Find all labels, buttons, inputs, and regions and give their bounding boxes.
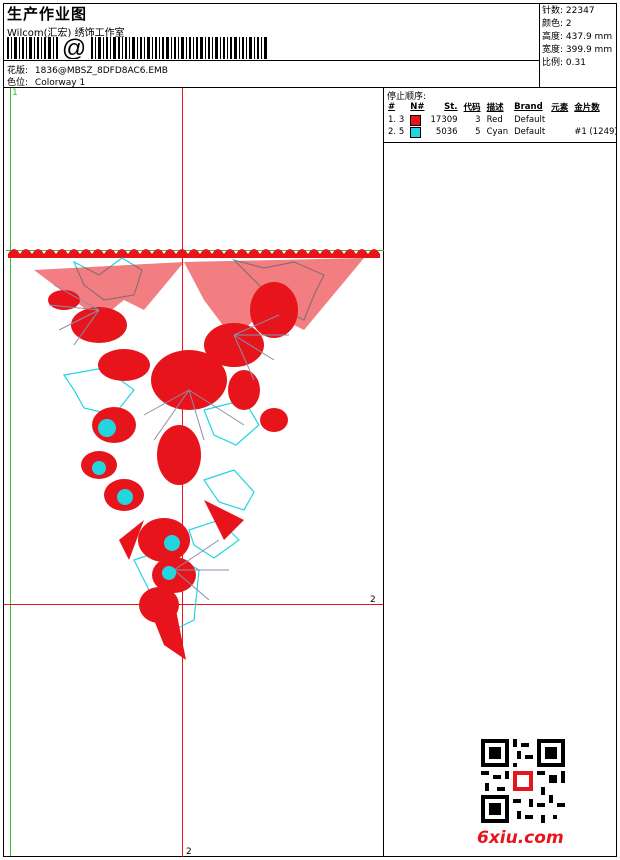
col-code: 代码 xyxy=(463,103,481,113)
stats-divider xyxy=(539,3,540,88)
col-element: 元素 xyxy=(551,103,569,113)
color-swatch-cyan xyxy=(410,126,422,138)
colorway-value: Colorway 1 xyxy=(34,78,86,88)
scale-label: 比例: xyxy=(542,58,564,68)
col-index: # xyxy=(388,102,396,112)
row-needle: 3 xyxy=(398,115,405,125)
embroidery-design xyxy=(8,249,380,660)
row-code: 3 xyxy=(475,115,481,125)
row-index: 2. xyxy=(388,127,397,137)
color-swatch-red xyxy=(410,114,422,126)
row-element xyxy=(548,126,571,138)
row-sequins xyxy=(571,114,620,126)
stitches-label: 针数: xyxy=(542,6,564,16)
marker-start: 1 xyxy=(12,88,18,98)
marker-bottom: 2 xyxy=(186,847,192,857)
table-row: 1. 3 17309 3 Red Default xyxy=(385,114,620,126)
width-value: 399.9 mm xyxy=(565,45,613,55)
qr-code-image xyxy=(481,739,565,823)
col-description: 描述 xyxy=(486,103,504,113)
stitches-value: 22347 xyxy=(565,6,595,16)
scale-value: 0.31 xyxy=(565,58,586,68)
page-title: 生产作业图 xyxy=(7,5,88,23)
sequence-bottom-border xyxy=(383,142,617,143)
header-bottom-border xyxy=(3,87,617,88)
row-stitches: 5036 xyxy=(435,127,458,137)
row-description: Cyan xyxy=(486,127,509,137)
colorway-label: 色位: xyxy=(7,78,29,88)
stop-sequence-table: # N# St. 代码 描述 Brand 元素 金片数 1. 3 17309 3… xyxy=(385,100,620,138)
panel-divider xyxy=(383,87,384,857)
scalloped-border xyxy=(8,249,380,258)
stats-panel: 针数: 22347 颜色: 2 高度: 437.9 mm 宽度: 399.9 m… xyxy=(542,5,612,70)
barcode-symbol: @ xyxy=(62,37,86,59)
row-sequins: #1 (1249) xyxy=(574,127,618,137)
table-row: 2. 5 5036 5 Cyan Default #1 (1249) xyxy=(385,126,620,138)
col-stitches: St. xyxy=(444,102,458,112)
row-index: 1. xyxy=(388,115,397,125)
colors-label: 颜色: xyxy=(542,19,564,29)
row-description: Red xyxy=(486,115,503,125)
width-label: 宽度: xyxy=(542,45,564,55)
col-needle: N# xyxy=(410,102,425,112)
barcode-image: @ xyxy=(7,37,267,59)
table-header-row: # N# St. 代码 描述 Brand 元素 金片数 xyxy=(385,100,620,114)
col-brand: Brand xyxy=(514,102,543,112)
watermark-logo: 6xiu.com xyxy=(477,828,564,848)
header-divider xyxy=(3,60,540,61)
row-needle: 5 xyxy=(398,127,405,137)
height-label: 高度: xyxy=(542,32,564,42)
row-brand: Default xyxy=(514,115,546,125)
row-element xyxy=(548,114,571,126)
row-code: 5 xyxy=(475,127,481,137)
row-stitches: 17309 xyxy=(430,115,458,125)
colorway-row: 色位: Colorway 1 xyxy=(7,75,85,88)
col-sequins: 金片数 xyxy=(574,103,600,113)
row-brand: Default xyxy=(514,127,546,137)
colors-value: 2 xyxy=(565,19,572,29)
height-value: 437.9 mm xyxy=(565,32,613,42)
